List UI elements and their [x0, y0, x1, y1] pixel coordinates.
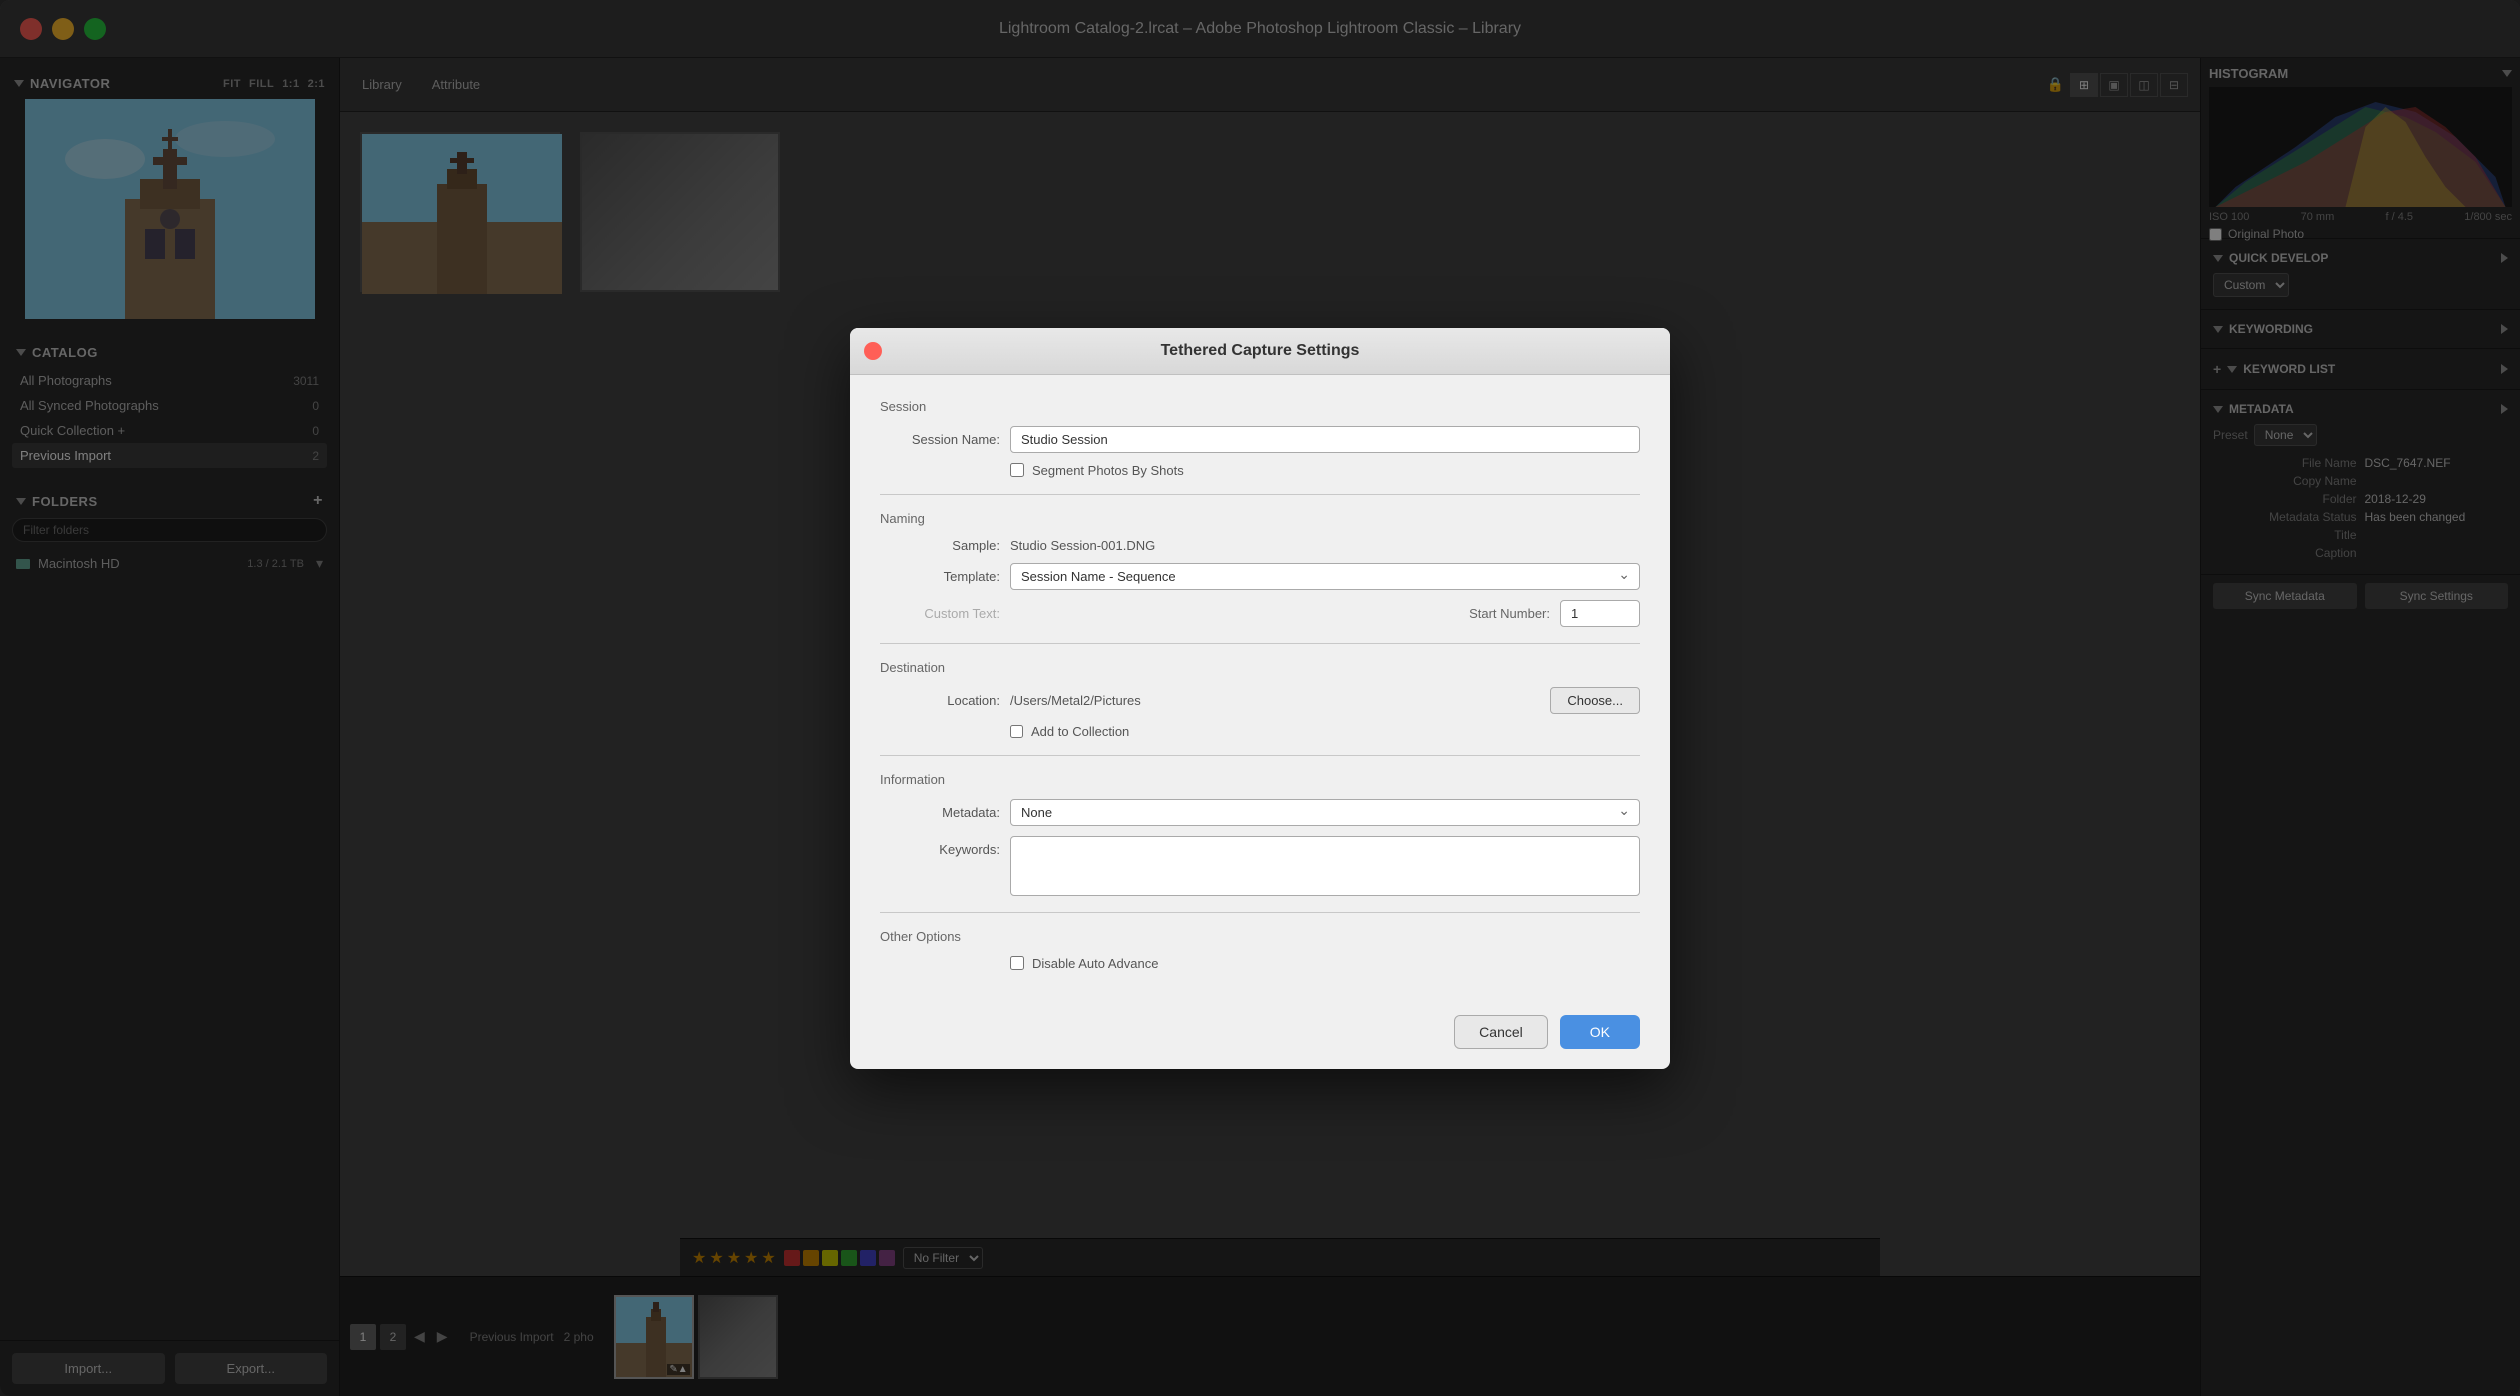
ok-button[interactable]: OK: [1560, 1015, 1640, 1049]
dialog-body: Session Session Name: Segment Photos By …: [850, 375, 1670, 1001]
disable-auto-advance-row: Disable Auto Advance: [1010, 956, 1640, 971]
template-label: Template:: [880, 569, 1000, 584]
naming-section-label: Naming: [880, 511, 1640, 526]
divider-4: [880, 912, 1640, 913]
destination-section-label: Destination: [880, 660, 1640, 675]
template-select[interactable]: Session Name - Sequence: [1010, 563, 1640, 590]
metadata-row-label: Metadata:: [880, 805, 1000, 820]
keywords-row: Keywords:: [880, 836, 1640, 896]
divider-3: [880, 755, 1640, 756]
add-to-collection-row: Add to Collection: [1010, 724, 1640, 739]
tethered-capture-dialog: Tethered Capture Settings Session Sessio…: [850, 328, 1670, 1069]
add-to-collection-checkbox[interactable]: [1010, 725, 1023, 738]
keywords-label: Keywords:: [880, 836, 1000, 857]
start-number-input[interactable]: [1560, 600, 1640, 627]
segment-photos-label: Segment Photos By Shots: [1032, 463, 1184, 478]
disable-auto-advance-checkbox[interactable]: [1010, 956, 1024, 970]
custom-text-label: Custom Text:: [880, 606, 1000, 621]
sample-row: Sample: Studio Session-001.DNG: [880, 538, 1640, 553]
location-value: /Users/Metal2/Pictures: [1010, 693, 1540, 708]
metadata-select[interactable]: None: [1010, 799, 1640, 826]
divider-1: [880, 494, 1640, 495]
location-label: Location:: [880, 693, 1000, 708]
custom-text-row: Custom Text: Start Number:: [880, 600, 1640, 627]
segment-photos-checkbox[interactable]: [1010, 463, 1024, 477]
dialog-titlebar: Tethered Capture Settings: [850, 328, 1670, 375]
keywords-textarea[interactable]: [1010, 836, 1640, 896]
sample-value: Studio Session-001.DNG: [1010, 538, 1155, 553]
start-number-label: Start Number:: [1469, 606, 1550, 621]
session-name-label: Session Name:: [880, 432, 1000, 447]
template-row: Template: Session Name - Sequence: [880, 563, 1640, 590]
window: Lightroom Catalog-2.lrcat – Adobe Photos…: [0, 0, 2520, 1396]
dialog-footer: Cancel OK: [850, 1001, 1670, 1069]
session-name-row: Session Name:: [880, 426, 1640, 453]
metadata-row: Metadata: None: [880, 799, 1640, 826]
disable-auto-advance-label: Disable Auto Advance: [1032, 956, 1158, 971]
segment-photos-row: Segment Photos By Shots: [1010, 463, 1640, 478]
other-options-label: Other Options: [880, 929, 1640, 944]
sample-label: Sample:: [880, 538, 1000, 553]
dialog-title: Tethered Capture Settings: [1161, 342, 1360, 360]
session-section-label: Session: [880, 399, 1640, 414]
cancel-button[interactable]: Cancel: [1454, 1015, 1548, 1049]
location-row: Location: /Users/Metal2/Pictures Choose.…: [880, 687, 1640, 714]
information-section-label: Information: [880, 772, 1640, 787]
add-to-collection-label: Add to Collection: [1031, 724, 1129, 739]
divider-2: [880, 643, 1640, 644]
template-select-wrapper: Session Name - Sequence: [1010, 563, 1640, 590]
metadata-select-wrapper: None: [1010, 799, 1640, 826]
session-name-input[interactable]: [1010, 426, 1640, 453]
choose-button[interactable]: Choose...: [1550, 687, 1640, 714]
dialog-close-button[interactable]: [864, 342, 882, 360]
dialog-overlay: Tethered Capture Settings Session Sessio…: [0, 0, 2520, 1396]
